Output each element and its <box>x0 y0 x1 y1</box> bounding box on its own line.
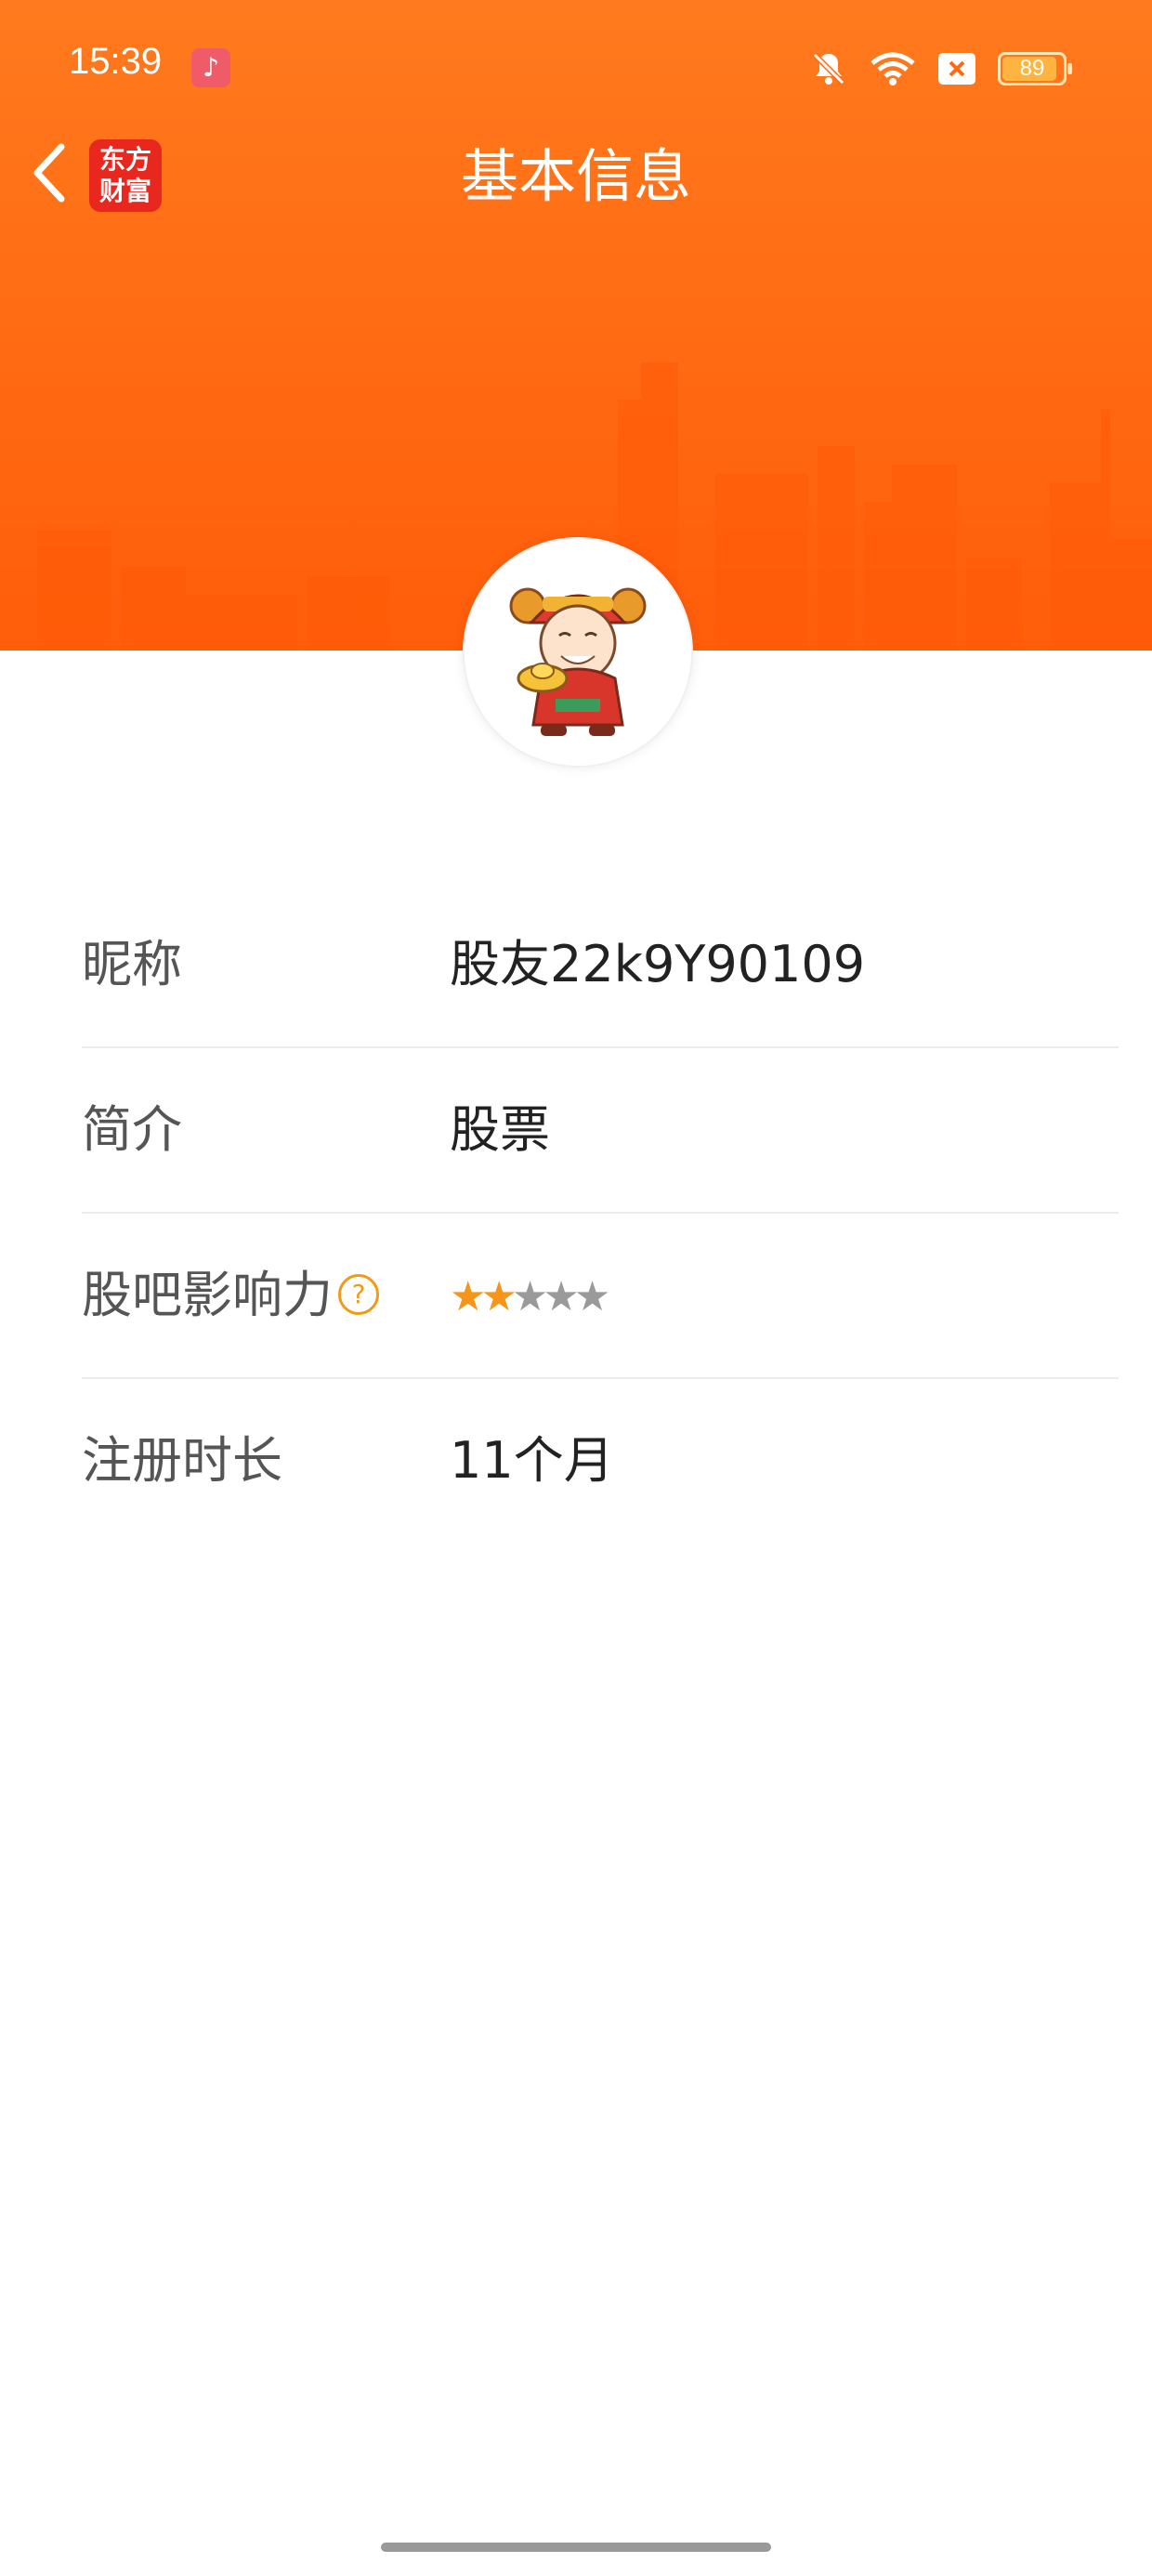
star-empty-icon: ★ <box>511 1273 549 1321</box>
status-icons: 89 <box>810 48 1072 89</box>
info-row-nickname: 昵称 股友22k9Y90109 <box>82 883 1119 1048</box>
intro-label: 简介 <box>82 1100 182 1159</box>
register-value: 11个月 <box>450 1431 614 1490</box>
star-empty-icon: ★ <box>543 1273 580 1321</box>
page-title: 基本信息 <box>460 142 691 210</box>
bell-muted-icon <box>812 52 845 85</box>
battery-level: 89 <box>1019 56 1045 81</box>
status-time: 15:39 <box>69 41 163 82</box>
influence-label: 股吧影响力? <box>82 1266 379 1325</box>
god-of-wealth-avatar <box>509 587 647 736</box>
info-row-intro: 简介 股票 <box>82 1048 1119 1214</box>
status-bar: 15:39 ♪ 89 <box>0 0 1152 139</box>
register-label: 注册时长 <box>82 1431 282 1490</box>
sim-x-icon <box>938 53 975 85</box>
intro-value: 股票 <box>450 1100 550 1159</box>
star-filled-icon: ★ <box>480 1273 517 1321</box>
star-filled-icon: ★ <box>450 1273 487 1321</box>
wifi-icon <box>871 52 915 85</box>
music-note-icon: ♪ <box>191 48 230 87</box>
nickname-label: 昵称 <box>82 935 182 993</box>
profile-info-list: 昵称 股友22k9Y90109 简介 股票 股吧影响力? ★★★★★ 注册时长 … <box>82 883 1119 1543</box>
influence-stars: ★★★★★ <box>450 1271 611 1323</box>
star-empty-icon: ★ <box>573 1273 611 1321</box>
info-row-register: 注册时长 11个月 <box>82 1379 1119 1543</box>
home-indicator[interactable] <box>381 2543 771 2552</box>
nickname-value: 股友22k9Y90109 <box>450 935 866 993</box>
help-icon[interactable]: ? <box>338 1274 379 1316</box>
info-row-influence: 股吧影响力? ★★★★★ <box>82 1214 1119 1379</box>
nav-bar: 东方 财富 基本信息 <box>0 139 1152 214</box>
influence-label-text: 股吧影响力 <box>82 1266 333 1324</box>
battery-icon: 89 <box>998 52 1072 85</box>
avatar[interactable] <box>463 537 693 768</box>
